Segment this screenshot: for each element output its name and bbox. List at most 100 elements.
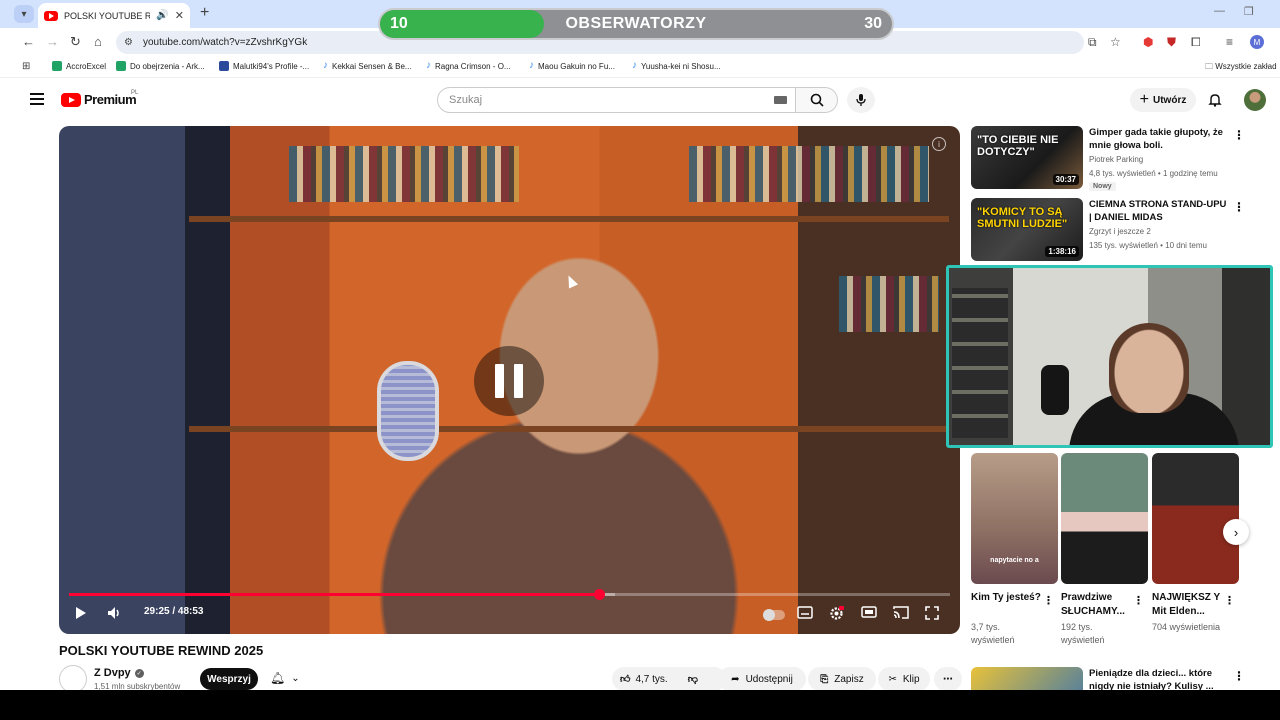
- home-icon[interactable]: ⌂: [94, 34, 102, 49]
- create-button[interactable]: + Utwórz: [1130, 88, 1196, 112]
- scrubber-handle[interactable]: [594, 589, 606, 600]
- site-info-icon[interactable]: ⚙: [124, 37, 133, 48]
- back-icon[interactable]: ←: [22, 34, 35, 49]
- minimize-icon[interactable]: —: [1214, 5, 1225, 17]
- bookmark-item[interactable]: ♪ Maou Gakuin no Fu...: [529, 61, 615, 71]
- bookmark-star-icon[interactable]: ☆: [1110, 35, 1121, 49]
- video-thumbnail[interactable]: "TO CIEBIE NIE DOTYCZY" 30:37: [971, 126, 1083, 189]
- bookmark-item[interactable]: ♪ Ragna Crimson - O...: [426, 61, 511, 71]
- bookmark-label: Ragna Crimson - O...: [435, 61, 511, 71]
- pause-overlay-button[interactable]: [474, 346, 544, 416]
- youtube-premium-logo[interactable]: Premium: [61, 92, 137, 107]
- cast-button[interactable]: [893, 606, 909, 619]
- restore-icon[interactable]: ❐: [1244, 5, 1254, 18]
- reload-icon[interactable]: ↻: [70, 34, 81, 50]
- more-vert-icon[interactable]: ⋮: [1233, 200, 1245, 214]
- short-title[interactable]: Prawdziwe SŁUCHAMY...: [1061, 591, 1131, 619]
- voice-search-button[interactable]: [847, 87, 875, 113]
- recommendation-item[interactable]: "KOMICY TO SĄ SMUTNI LUDZIE" 1:38:16 CIE…: [971, 198, 1251, 264]
- recommendation-title[interactable]: Gimper gada takie głupoty, że mnie głowa…: [1089, 126, 1229, 152]
- bookmark-label: Maou Gakuin no Fu...: [538, 61, 615, 71]
- more-vert-icon[interactable]: ⋮: [1133, 594, 1144, 607]
- anime-icon: ♪: [323, 60, 328, 71]
- short-thumbnail[interactable]: [1152, 453, 1239, 584]
- adblock-icon[interactable]: ⬢: [1143, 35, 1153, 49]
- bookmark-item[interactable]: Malutki94's Profile -...: [219, 61, 309, 71]
- save-label: Zapisz: [834, 673, 864, 685]
- browser-profile-avatar[interactable]: M: [1250, 35, 1264, 49]
- short-thumbnail[interactable]: [1061, 453, 1148, 584]
- new-tab-icon[interactable]: +: [200, 4, 209, 22]
- dislike-button[interactable]: 👎︎: [688, 673, 698, 685]
- browser-tab-active[interactable]: POLSKI YOUTUBE REWIND 🔊 ✕: [38, 3, 190, 28]
- chevron-right-icon[interactable]: ›: [1223, 519, 1249, 545]
- forward-icon[interactable]: →: [46, 34, 59, 49]
- video-thumbnail[interactable]: "KOMICY TO SĄ SMUTNI LUDZIE" 1:38:16: [971, 198, 1083, 261]
- share-button[interactable]: ➦ Udostępnij: [718, 667, 806, 690]
- more-vert-icon[interactable]: ⋮: [1043, 594, 1054, 607]
- chevron-down-icon: ⌄: [291, 672, 300, 684]
- settings-button[interactable]: [829, 606, 844, 621]
- fullscreen-button[interactable]: [925, 606, 939, 620]
- bookmark-item[interactable]: AccroExcel: [52, 61, 106, 71]
- more-vert-icon[interactable]: ⋮: [1233, 128, 1245, 142]
- bookmark-item[interactable]: ♪ Kekkai Sensen & Be...: [323, 61, 412, 71]
- more-vert-icon[interactable]: ⋮: [1224, 594, 1235, 607]
- channel-name-link[interactable]: Z Dvpy ✓: [94, 667, 144, 679]
- sheets-icon: [116, 61, 126, 71]
- bookshelf-decor: [689, 146, 929, 202]
- subtitles-button[interactable]: [797, 606, 813, 619]
- tab-title: POLSKI YOUTUBE REWIND: [64, 10, 151, 21]
- apps-grid-icon[interactable]: ⊞: [22, 61, 30, 72]
- search-input[interactable]: Szukaj: [437, 87, 796, 113]
- bookmark-item[interactable]: ♪ Yuusha-kei ni Shosu...: [632, 61, 721, 71]
- keyboard-icon[interactable]: [774, 96, 787, 104]
- support-button[interactable]: Wesprzyj: [200, 668, 258, 690]
- bookmark-item[interactable]: Do obejrzenia - Ark...: [116, 61, 205, 71]
- extension-icon[interactable]: ⛊: [1167, 35, 1176, 50]
- all-bookmarks-folder[interactable]: 🗀 Wszystkie zakład: [1205, 61, 1277, 75]
- speaker-icon[interactable]: 🔊: [156, 10, 168, 21]
- short-title[interactable]: Kim Ty jesteś?: [971, 591, 1041, 605]
- recommendation-title[interactable]: CIEMNA STRONA STAND-UPU | DANIEL MIDAS: [1089, 198, 1229, 224]
- install-app-icon[interactable]: ⧉: [1088, 35, 1097, 50]
- short-views: 192 tys. wyświetleń: [1061, 622, 1105, 645]
- bookmarks-bar: ⊞ AccroExcel Do obejrzenia - Ark... Malu…: [0, 56, 1280, 78]
- subscription-notifications-button[interactable]: 🔔︎ ⌄: [270, 671, 300, 685]
- volume-icon: [108, 607, 119, 619]
- viewers-poll-bar: 10 OBSERWATORZY 30: [378, 8, 894, 40]
- tab-search-icon[interactable]: ▾: [14, 5, 34, 23]
- video-player[interactable]: i 29:25 / 48:53: [59, 126, 960, 634]
- recommendation-item[interactable]: Pieniądze dla dzieci... które nigdy nie …: [971, 667, 1251, 690]
- short-thumbnail[interactable]: napytacie no a: [971, 453, 1058, 584]
- webcam-person-face: [1109, 323, 1189, 413]
- mute-button[interactable]: [107, 606, 122, 620]
- short-title[interactable]: NAJWIĘKSZ Y Mit Elden...: [1152, 591, 1222, 619]
- clip-button[interactable]: ✂ Klip: [878, 667, 930, 690]
- recommendation-item[interactable]: "TO CIEBIE NIE DOTYCZY" 30:37 Gimper gad…: [971, 126, 1251, 192]
- video-thumbnail[interactable]: [971, 667, 1083, 690]
- mouse-cursor-icon: [563, 273, 579, 289]
- extensions-puzzle-icon[interactable]: ⧠: [1191, 35, 1201, 50]
- progress-bar[interactable]: [69, 589, 950, 600]
- channel-avatar[interactable]: [59, 665, 87, 690]
- thumbnail-text: "KOMICY TO SĄ SMUTNI LUDZIE": [977, 206, 1068, 230]
- save-button[interactable]: ⎘ Zapisz: [808, 667, 876, 690]
- recommendation-title[interactable]: Pieniądze dla dzieci... które nigdy nie …: [1089, 667, 1229, 690]
- theater-mode-button[interactable]: [861, 606, 877, 618]
- recommendation-channel[interactable]: Piotrek Parking: [1089, 155, 1143, 164]
- menu-icon[interactable]: [30, 93, 44, 105]
- more-actions-button[interactable]: ⋯: [934, 667, 962, 690]
- recommendation-channel[interactable]: Zgrzyt i jeszcze 2: [1089, 227, 1151, 236]
- clip-label: Klip: [902, 673, 920, 685]
- notifications-bell-icon[interactable]: [1208, 92, 1222, 107]
- close-tab-icon[interactable]: ✕: [175, 9, 184, 22]
- search-button[interactable]: [796, 87, 838, 113]
- like-button[interactable]: 👍︎ 4,7 tys.: [620, 673, 668, 686]
- account-avatar[interactable]: [1244, 89, 1266, 111]
- play-button[interactable]: [73, 606, 87, 620]
- media-controls-icon[interactable]: ≡: [1226, 35, 1233, 49]
- info-icon[interactable]: i: [932, 137, 946, 151]
- autoplay-toggle[interactable]: [763, 609, 785, 621]
- more-vert-icon[interactable]: ⋮: [1233, 669, 1245, 683]
